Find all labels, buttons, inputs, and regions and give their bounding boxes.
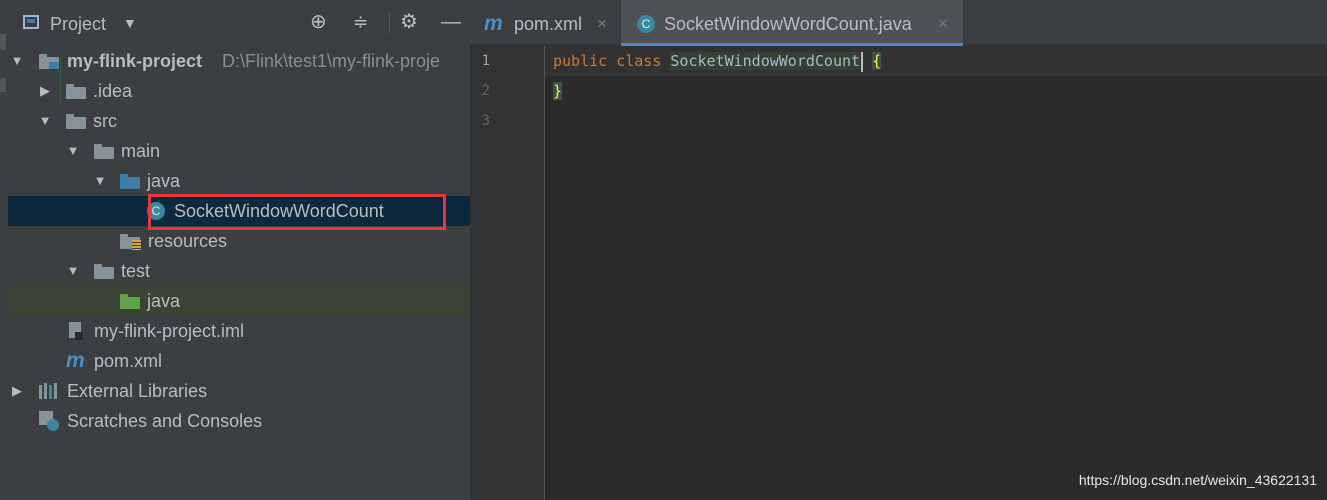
tree-item-pom[interactable]: m pom.xml [8,346,470,376]
tree-item-label: pom.xml [94,351,163,371]
tree-item-external-libraries[interactable]: ▶ External Libraries [8,376,470,406]
scratches-icon [39,411,61,431]
project-view-icon [23,15,39,29]
header-divider [389,12,390,34]
tree-item-idea[interactable]: ▶ .idea [8,76,470,106]
tree-item-label: main [121,141,161,161]
tab-pom-xml[interactable]: m pom.xml × [470,0,620,46]
expanded-arrow-icon[interactable]: ▼ [38,106,52,136]
project-view-title[interactable]: Project [50,14,106,35]
editor-tab-bar: m pom.xml × C SocketWindowWordCount.java… [470,0,1327,46]
line-number: 2 [481,83,490,99]
folder-icon [94,144,114,159]
tab-socketwindowwordcount-java[interactable]: C SocketWindowWordCount.java × [621,0,963,46]
tree-item-label: .idea [93,81,133,101]
expanded-arrow-icon[interactable]: ▼ [10,46,24,76]
expanded-arrow-icon[interactable]: ▼ [66,136,80,166]
tree-item-label: my-flink-project [67,51,203,71]
collapsed-arrow-icon[interactable]: ▶ [10,376,24,406]
tree-item-path: D:\Flink\test1\my-flink-proje [222,51,441,71]
tab-label: pom.xml [514,14,583,34]
hide-icon[interactable]: — [441,10,461,34]
folder-icon [66,84,86,99]
module-folder-icon [39,54,59,69]
tree-item-label: Scratches and Consoles [67,411,263,431]
tree-item-test[interactable]: ▼ test [8,256,470,286]
tree-item-label: resources [148,231,228,251]
iml-file-icon [69,322,83,340]
tree-item-label: External Libraries [67,381,208,401]
maven-icon: m [484,12,503,35]
keyword: public [553,52,608,70]
tree-item-label: test [121,261,151,281]
libraries-icon [39,383,61,399]
editor-gutter: 1 2 3 [470,46,544,500]
close-icon[interactable]: × [938,0,948,46]
test-source-folder-icon [120,294,140,309]
maven-icon: m [66,349,85,372]
tree-item-label: src [93,111,117,131]
settings-gear-icon[interactable]: ⚙ [400,10,418,34]
tree-item-scratches[interactable]: Scratches and Consoles [8,406,470,436]
annotation-highlight-box [148,194,446,230]
tree-item-main-java[interactable]: ▼ java [8,166,470,196]
tab-label: SocketWindowWordCount.java [664,14,912,34]
tree-item-iml[interactable]: my-flink-project.iml [8,316,470,346]
keyword: class [616,52,662,70]
tree-item-test-java[interactable]: java [8,286,470,316]
source-folder-icon [120,174,140,189]
close-icon[interactable]: × [597,0,607,46]
tree-item-label: java [147,171,181,191]
project-tool-window: Project ▼ ⊕ ≑ ⚙ — ▼ my-flink-project D:\… [8,0,470,500]
expanded-arrow-icon[interactable]: ▼ [66,256,80,286]
tree-item-src[interactable]: ▼ src [8,106,470,136]
tree-item-root[interactable]: ▼ my-flink-project D:\Flink\test1\my-fli… [8,46,470,76]
code-line-2[interactable]: } [553,76,563,106]
code-line-1[interactable]: public class SocketWindowWordCount { [553,46,882,76]
gutter-divider [544,46,545,500]
watermark-url: https://blog.csdn.net/weixin_43622131 [1078,472,1317,488]
line-number: 3 [481,113,490,129]
tool-strip-marker[interactable] [0,34,6,50]
tree-item-resources[interactable]: resources [8,226,470,256]
fold-guide [60,56,61,104]
java-class-icon: C [637,15,655,33]
expanded-arrow-icon[interactable]: ▼ [93,166,107,196]
line-number: 1 [481,53,490,69]
tree-item-main[interactable]: ▼ main [8,136,470,166]
collapse-all-icon[interactable]: ≑ [353,10,368,34]
collapsed-arrow-icon[interactable]: ▶ [38,76,52,106]
chevron-down-icon[interactable]: ▼ [123,15,137,31]
project-header: Project ▼ ⊕ ≑ ⚙ — [8,0,470,46]
class-name: SocketWindowWordCount [670,52,861,70]
brace: { [872,52,882,70]
locate-icon[interactable]: ⊕ [310,10,327,34]
brace: } [553,82,563,100]
resources-folder-icon [120,234,141,250]
text-cursor [861,51,864,72]
tool-strip-marker[interactable] [0,78,6,92]
folder-icon [94,264,114,279]
folder-icon [66,114,86,129]
tree-item-label: my-flink-project.iml [94,321,245,341]
tree-item-label: java [147,291,181,311]
